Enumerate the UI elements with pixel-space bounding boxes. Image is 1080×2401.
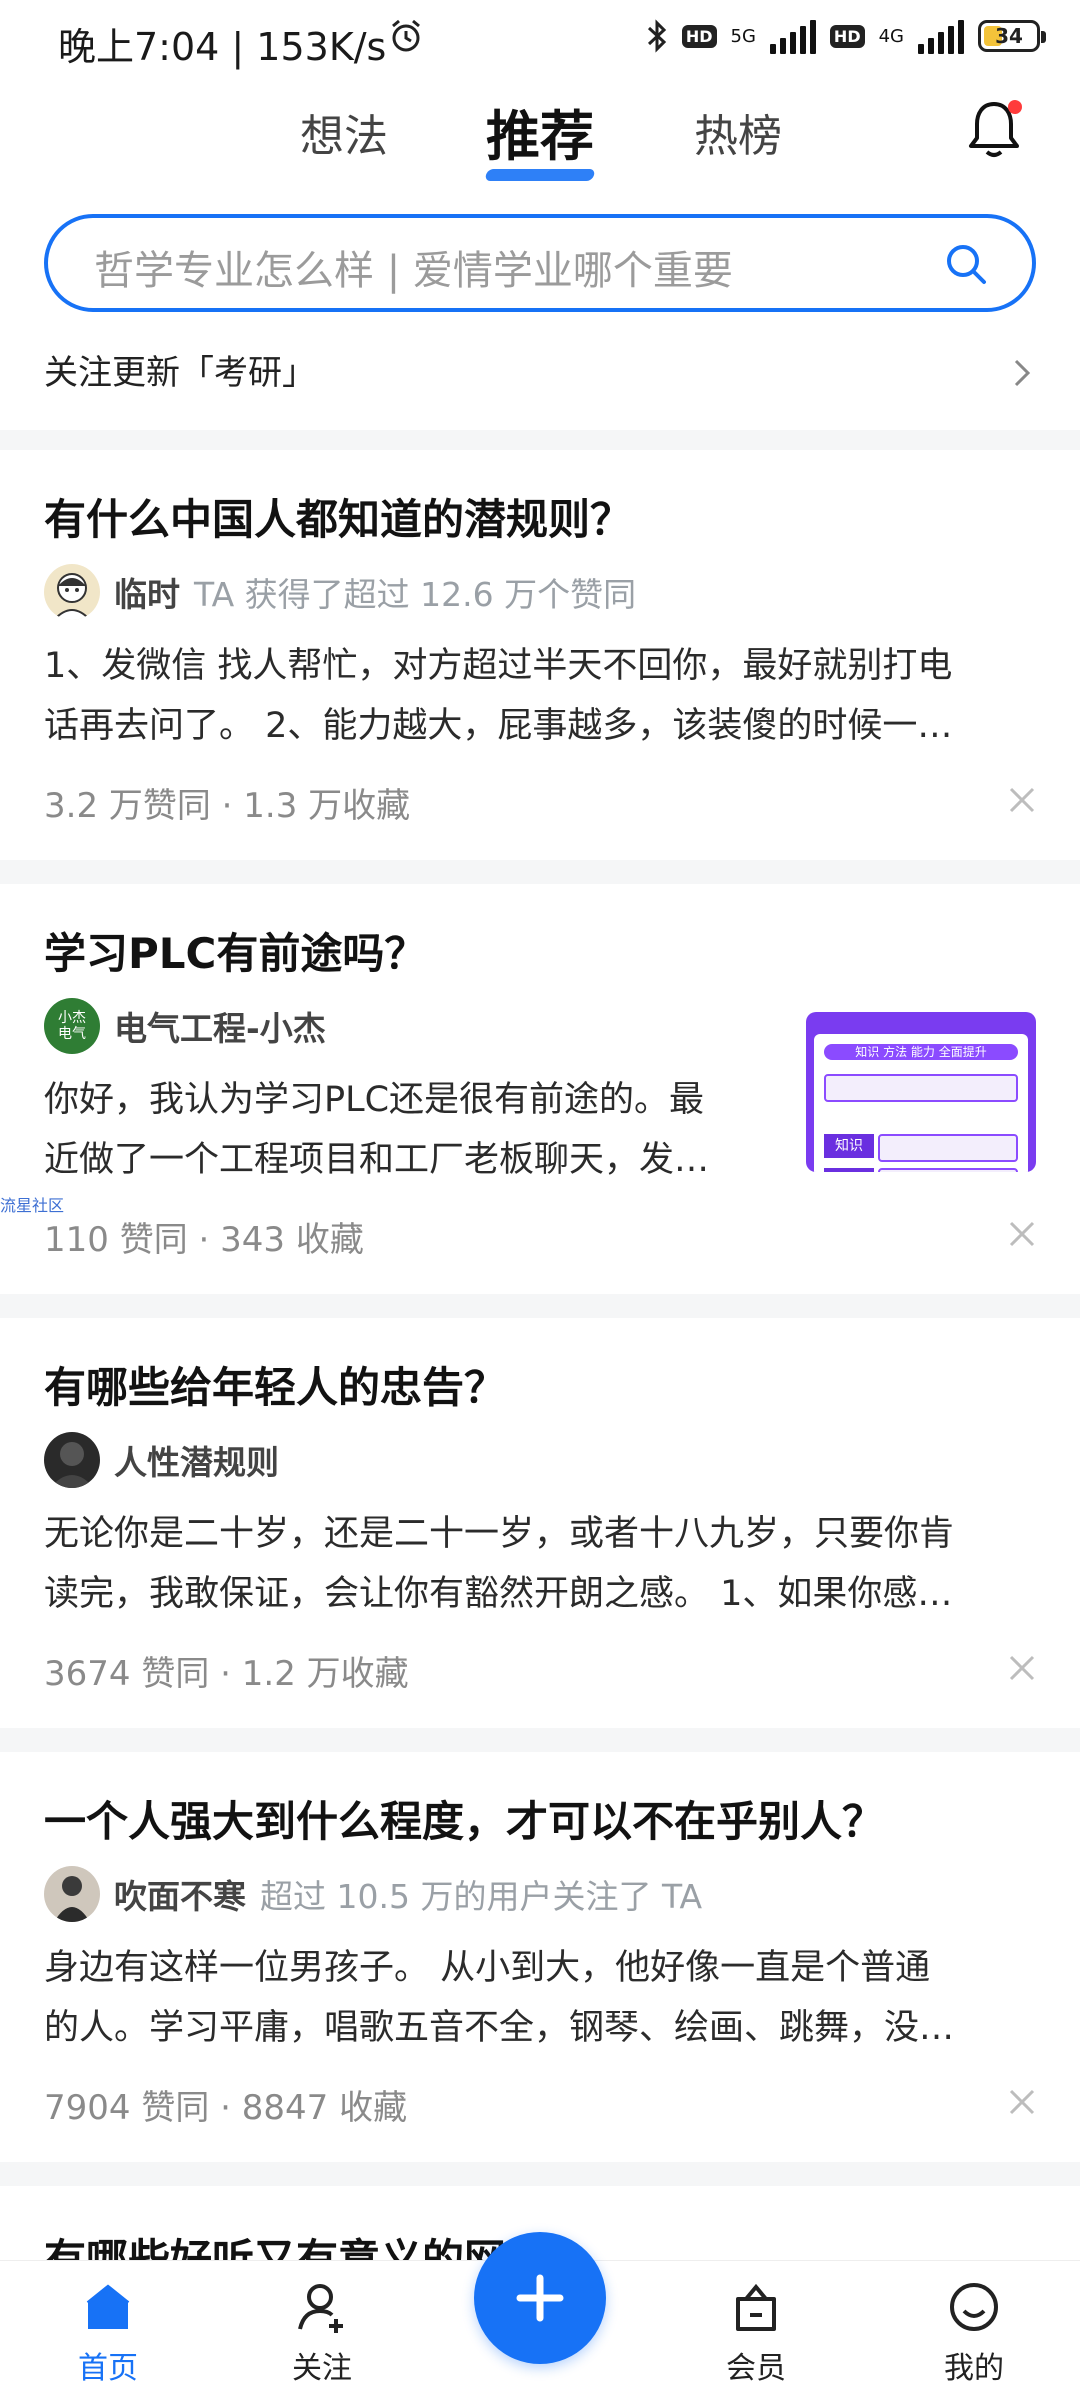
user-add-icon — [298, 2284, 343, 2333]
feed-card[interactable]: 有什么中国人都知道的潜规则？ 临时 TA 获得了超过 12.6 万个赞同 1、发… — [0, 450, 1080, 860]
nav-membership-label: 会员 — [726, 2351, 786, 2386]
thumbnail-row — [824, 1074, 1018, 1102]
question-title[interactable]: 有什么中国人都知道的潜规则？ — [44, 486, 632, 547]
watermark-text: 流星社区 — [0, 1196, 65, 1215]
plus-icon — [516, 2274, 564, 2322]
feed-card[interactable]: 有哪些给年轻人的忠告？ 人性潜规则 无论你是二十岁，还是二十一岁，或者十八九岁，… — [0, 1318, 1080, 1728]
thumbnail-tag: 方法 — [824, 1168, 874, 1172]
close-icon[interactable] — [1008, 1220, 1036, 1248]
create-post-button[interactable] — [474, 2232, 606, 2364]
answer-stats: 7904 赞同 · 8847 收藏 — [44, 2088, 408, 2128]
excerpt-line: 近做了一个工程项目和工厂老板聊天，发… — [44, 1140, 710, 1180]
tab-ideas[interactable]: 想法 — [300, 100, 388, 164]
feed-card[interactable]: 学习PLC有前途吗？ 小杰电气 电气工程-小杰 你好，我认为学习PLC还是很有前… — [0, 884, 1080, 1294]
excerpt-line: 1、发微信 找人帮忙，对方超过半天不回你，最好就别打电 — [44, 646, 953, 686]
hd-badge-2: HD — [829, 24, 865, 48]
author-name: 临时 — [114, 575, 180, 614]
thumbnail-row — [878, 1168, 1018, 1172]
excerpt-line: 话再去问了。 2、能力越大，屁事越多，该装傻的时候一… — [44, 706, 953, 746]
avatar-photo-icon — [50, 1442, 94, 1488]
nav-following-label: 关注 — [292, 2351, 352, 2386]
answer-stats: 3674 赞同 · 1.2 万收藏 — [44, 1654, 409, 1694]
search-placeholder: 哲学专业怎么样 | 爱情学业哪个重要 — [94, 248, 733, 294]
excerpt-line: 读完，我敢保证，会让你有豁然开朗之感。 1、如果你感… — [44, 1574, 953, 1614]
status-indicators: HD 5G HD 4G 34 — [646, 18, 1046, 54]
search-bar[interactable]: 哲学专业怎么样 | 爱情学业哪个重要 — [44, 214, 1036, 312]
header-area: 晚上7:04 | 153K/s HD 5G HD 4G 34 想法 推荐 热榜 … — [0, 0, 1080, 430]
thumbnail-row — [878, 1134, 1018, 1162]
smile-face-icon — [950, 2283, 998, 2331]
author-name: 电气工程-小杰 — [114, 1009, 326, 1048]
question-title[interactable]: 有哪些给年轻人的忠告？ — [44, 1354, 506, 1415]
status-time: 晚上7:04 | 153K/s — [58, 25, 387, 69]
follow-update-row[interactable]: 关注更新「考研」 — [44, 345, 1036, 401]
answer-excerpt[interactable]: 你好，我认为学习PLC还是很有前途的。最 近做了一个工程项目和工厂老板聊天，发… — [44, 1070, 744, 1190]
network-4g-label: 4G — [878, 25, 904, 47]
active-tab-indicator — [484, 169, 596, 181]
close-icon[interactable] — [1008, 1654, 1036, 1682]
author-name: 人性潜规则 — [114, 1443, 279, 1482]
network-5g-label: 5G — [730, 25, 756, 47]
nav-profile-label: 我的 — [944, 2351, 1004, 2386]
author-meta: TA 获得了超过 12.6 万个赞同 — [194, 575, 637, 614]
status-bar: 晚上7:04 | 153K/s HD 5G HD 4G 34 — [0, 0, 1080, 80]
thumbnail-tag: 知识 — [824, 1134, 874, 1158]
alarm-icon — [392, 19, 420, 52]
avatar — [44, 1866, 100, 1922]
chevron-right-icon — [1014, 359, 1031, 387]
tab-recommend-label: 推荐 — [486, 105, 594, 168]
notification-dot — [1008, 100, 1022, 114]
question-title[interactable]: 一个人强大到什么程度，才可以不在乎别人？ — [44, 1788, 884, 1849]
home-icon — [86, 2284, 130, 2329]
avatar — [44, 1432, 100, 1488]
nav-profile[interactable]: 我的 — [914, 2279, 1034, 2387]
author-meta: 超过 10.5 万的用户关注了 TA — [260, 1877, 703, 1916]
notification-button[interactable] — [964, 96, 1024, 166]
close-icon[interactable] — [1008, 2088, 1036, 2116]
excerpt-line: 无论你是二十岁，还是二十一岁，或者十八九岁，只要你肯 — [44, 1514, 955, 1554]
bluetooth-icon — [647, 19, 667, 53]
nav-following[interactable]: 关注 — [262, 2279, 382, 2387]
tab-recommend[interactable]: 推荐 — [484, 92, 596, 181]
answer-stats: 3.2 万赞同 · 1.3 万收藏 — [44, 786, 411, 826]
battery-icon: 34 — [978, 20, 1046, 52]
bag-icon — [736, 2283, 776, 2331]
excerpt-line: 身边有这样一位男孩子。 从小到大，他好像一直是个普通 — [44, 1948, 931, 1988]
answer-excerpt[interactable]: 身边有这样一位男孩子。 从小到大，他好像一直是个普通 的人。学习平庸，唱歌五音不… — [44, 1938, 1036, 2058]
follow-update-text: 关注更新「考研」 — [44, 353, 316, 393]
top-tabs: 想法 推荐 热榜 — [0, 90, 1080, 181]
answer-stats: 110 赞同 · 343 收藏 — [44, 1220, 364, 1260]
author-name: 吹面不寒 — [114, 1877, 246, 1916]
avatar: 小杰电气 — [44, 998, 100, 1054]
signal-4g-icon — [918, 18, 964, 54]
nav-home[interactable]: 首页 — [48, 2279, 168, 2387]
author-row[interactable]: 小杰电气 电气工程-小杰 — [44, 998, 326, 1054]
close-icon[interactable] — [1008, 786, 1036, 814]
search-icon[interactable] — [944, 242, 988, 286]
battery-level: 34 — [995, 24, 1023, 48]
author-row[interactable]: 吹面不寒 超过 10.5 万的用户关注了 TA — [44, 1866, 702, 1922]
nav-home-label: 首页 — [78, 2351, 138, 2386]
avatar-illustration-icon — [53, 573, 91, 620]
avatar — [44, 564, 100, 620]
excerpt-line: 的人。学习平庸，唱歌五音不全，钢琴、绘画、跳舞，没… — [44, 2008, 955, 2048]
question-title[interactable]: 学习PLC有前途吗？ — [44, 920, 426, 981]
author-row[interactable]: 临时 TA 获得了超过 12.6 万个赞同 — [44, 564, 636, 620]
answer-excerpt[interactable]: 1、发微信 找人帮忙，对方超过半天不回你，最好就别打电 话再去问了。 2、能力越… — [44, 636, 1036, 756]
feed-card[interactable]: 一个人强大到什么程度，才可以不在乎别人？ 吹面不寒 超过 10.5 万的用户关注… — [0, 1752, 1080, 2162]
avatar-photo-icon — [54, 1876, 90, 1922]
answer-excerpt[interactable]: 无论你是二十岁，还是二十一岁，或者十八九岁，只要你肯 读完，我敢保证，会让你有豁… — [44, 1504, 1036, 1624]
nav-membership[interactable]: 会员 — [696, 2279, 816, 2387]
hd-badge: HD — [681, 24, 717, 48]
tab-hot-list[interactable]: 热榜 — [694, 100, 782, 164]
author-row[interactable]: 人性潜规则 — [44, 1432, 279, 1488]
excerpt-line: 你好，我认为学习PLC还是很有前途的。最 — [44, 1080, 705, 1120]
thumbnail-content: 知识 方法 能力 全面提升 知识 方法 — [814, 1034, 1028, 1172]
signal-5g-icon — [769, 18, 816, 54]
thumbnail-banner: 知识 方法 能力 全面提升 — [824, 1044, 1018, 1060]
avatar-text: 小杰电气 — [58, 1010, 86, 1042]
answer-thumbnail[interactable]: 知识 方法 能力 全面提升 知识 方法 — [806, 1012, 1036, 1172]
